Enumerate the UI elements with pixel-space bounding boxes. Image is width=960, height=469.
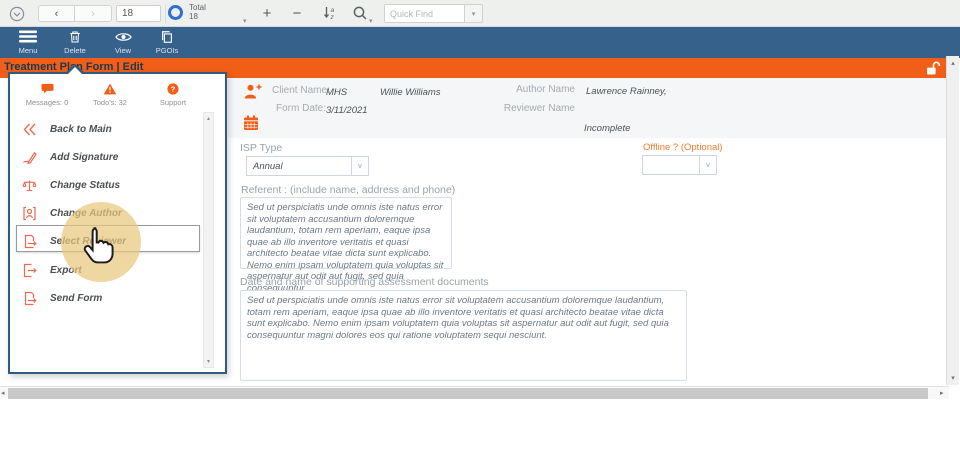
menu-button-label: Menu — [19, 46, 38, 55]
warning-triangle-icon — [103, 82, 117, 94]
reviewer-name-label: Reviewer Name — [495, 103, 575, 114]
total-dropdown-caret-icon[interactable]: ▾ — [243, 17, 247, 25]
sort-az-icon[interactable]: a z — [322, 5, 338, 21]
search-dropdown-caret-icon[interactable]: ▾ — [369, 17, 373, 25]
menu-item-label: Back to Main — [50, 124, 112, 135]
total-label: Total — [189, 3, 206, 12]
panel-scrollbar[interactable]: ▴ ▾ — [203, 112, 214, 368]
vertical-scrollbar[interactable]: ▴ ▾ — [946, 56, 959, 385]
menu-item-label: Add Signature — [50, 152, 118, 163]
menu-button[interactable]: Menu — [8, 29, 48, 57]
eye-icon — [115, 29, 132, 44]
previous-record-button[interactable]: ‹ — [38, 5, 75, 22]
quick-find-dropdown-button[interactable]: ▾ — [465, 4, 483, 23]
menu-item-change-status[interactable]: Change Status — [22, 174, 120, 196]
messages-stat[interactable]: Messages: 0 — [16, 82, 78, 107]
record-nav-group: ‹ › — [38, 5, 112, 22]
assessment-docs-textarea[interactable]: Sed ut perspiciatis unde omnis iste natu… — [240, 290, 687, 381]
todos-stat[interactable]: Todo's: 32 — [79, 82, 141, 107]
record-number-input[interactable] — [116, 5, 161, 22]
support-stat-label: Support — [160, 98, 186, 107]
document-arrow-icon — [22, 291, 38, 306]
zoom-out-button[interactable]: − — [286, 2, 308, 24]
toolbar-separator — [165, 4, 166, 23]
form-date-label: Form Date: — [276, 103, 326, 114]
assessment-docs-label: Date and name of supporting assessment d… — [240, 276, 489, 288]
delete-button[interactable]: Delete — [55, 29, 95, 57]
export-icon — [22, 263, 38, 278]
total-value: 18 — [189, 12, 206, 21]
scroll-left-icon[interactable]: ◂ — [1, 389, 5, 397]
isp-type-select[interactable]: Annual ˅ — [246, 156, 369, 176]
hamburger-icon — [19, 29, 37, 44]
view-button-label: View — [115, 46, 131, 55]
menu-item-label: Send Form — [50, 293, 102, 304]
quick-find-input[interactable] — [384, 4, 465, 23]
form-date-value[interactable]: 3/11/2021 — [326, 105, 368, 116]
offline-value — [642, 155, 700, 175]
scales-icon — [22, 178, 38, 193]
support-stat[interactable]: ? Support — [142, 82, 204, 107]
hand-cursor-icon — [80, 226, 114, 266]
document-arrow-icon — [22, 234, 38, 249]
pgois-button[interactable]: PGOIs — [147, 29, 187, 57]
scroll-up-icon[interactable]: ▴ — [947, 59, 959, 67]
menu-item-add-signature[interactable]: Add Signature — [22, 146, 118, 168]
delete-button-label: Delete — [64, 46, 86, 55]
circle-chevron-down-icon[interactable] — [9, 6, 25, 22]
search-icon[interactable] — [352, 5, 368, 21]
total-ring-icon — [168, 5, 183, 20]
client-name-label: Client Name: — [272, 85, 330, 96]
svg-text:a: a — [331, 7, 335, 14]
action-bar: Menu Delete View — [0, 27, 960, 58]
calendar-icon[interactable] — [243, 115, 259, 131]
next-record-button[interactable]: › — [75, 5, 112, 22]
speech-bubble-icon — [40, 82, 55, 94]
total-records-widget[interactable]: Total 18 — [168, 3, 206, 21]
status-text: Incomplete — [584, 123, 630, 134]
chevron-down-icon: ˅ — [700, 155, 717, 175]
isp-type-label: ISP Type — [240, 142, 282, 154]
panel-stats-row: Messages: 0 Todo's: 32 ? — [16, 82, 204, 107]
client-code-value: MHS — [326, 87, 347, 98]
scroll-right-icon[interactable]: ▸ — [940, 389, 944, 397]
scroll-down-icon[interactable]: ▾ — [204, 358, 213, 365]
pages-icon — [160, 29, 174, 44]
menu-item-send-form[interactable]: Send Form — [22, 287, 102, 309]
menu-item-label: Change Status — [50, 180, 120, 191]
isp-type-value: Annual — [246, 156, 352, 176]
svg-text:?: ? — [171, 85, 176, 94]
signature-icon — [22, 150, 38, 165]
change-author-icon — [22, 206, 38, 221]
svg-text:z: z — [330, 14, 335, 21]
unlock-icon[interactable] — [925, 60, 941, 76]
referent-textarea[interactable]: Sed ut perspiciatis unde omnis iste natu… — [240, 197, 452, 269]
scroll-down-icon[interactable]: ▾ — [947, 374, 959, 382]
scroll-up-icon[interactable]: ▴ — [204, 115, 213, 122]
top-toolbar: ‹ › Total 18 ▾ + − a z ▾ — [0, 0, 960, 27]
client-person-icon — [243, 83, 263, 101]
offline-select[interactable]: ˅ — [642, 155, 717, 175]
todos-stat-label: Todo's: 32 — [93, 98, 127, 107]
app-window: ‹ › Total 18 ▾ + − a z ▾ — [0, 0, 960, 469]
trash-icon — [68, 29, 82, 44]
referent-label: Referent : (include name, address and ph… — [241, 184, 455, 196]
menu-item-back-to-main[interactable]: Back to Main — [22, 118, 112, 140]
chevrons-left-icon — [22, 122, 38, 137]
client-name-value: Willie Williams — [380, 87, 441, 98]
view-button[interactable]: View — [103, 29, 143, 57]
author-name-value: Lawrence Rainney, — [586, 86, 667, 97]
chevron-down-icon: ˅ — [352, 156, 369, 176]
messages-stat-label: Messages: 0 — [26, 98, 69, 107]
horizontal-scrollbar-thumb[interactable] — [8, 388, 928, 399]
zoom-in-button[interactable]: + — [256, 2, 278, 24]
question-circle-icon: ? — [167, 82, 179, 94]
horizontal-scrollbar[interactable]: ◂ ▸ — [0, 386, 949, 399]
author-name-label: Author Name — [495, 84, 575, 95]
pgois-button-label: PGOIs — [156, 46, 179, 55]
offline-optional-label: Offline ? (Optional) — [643, 142, 723, 153]
